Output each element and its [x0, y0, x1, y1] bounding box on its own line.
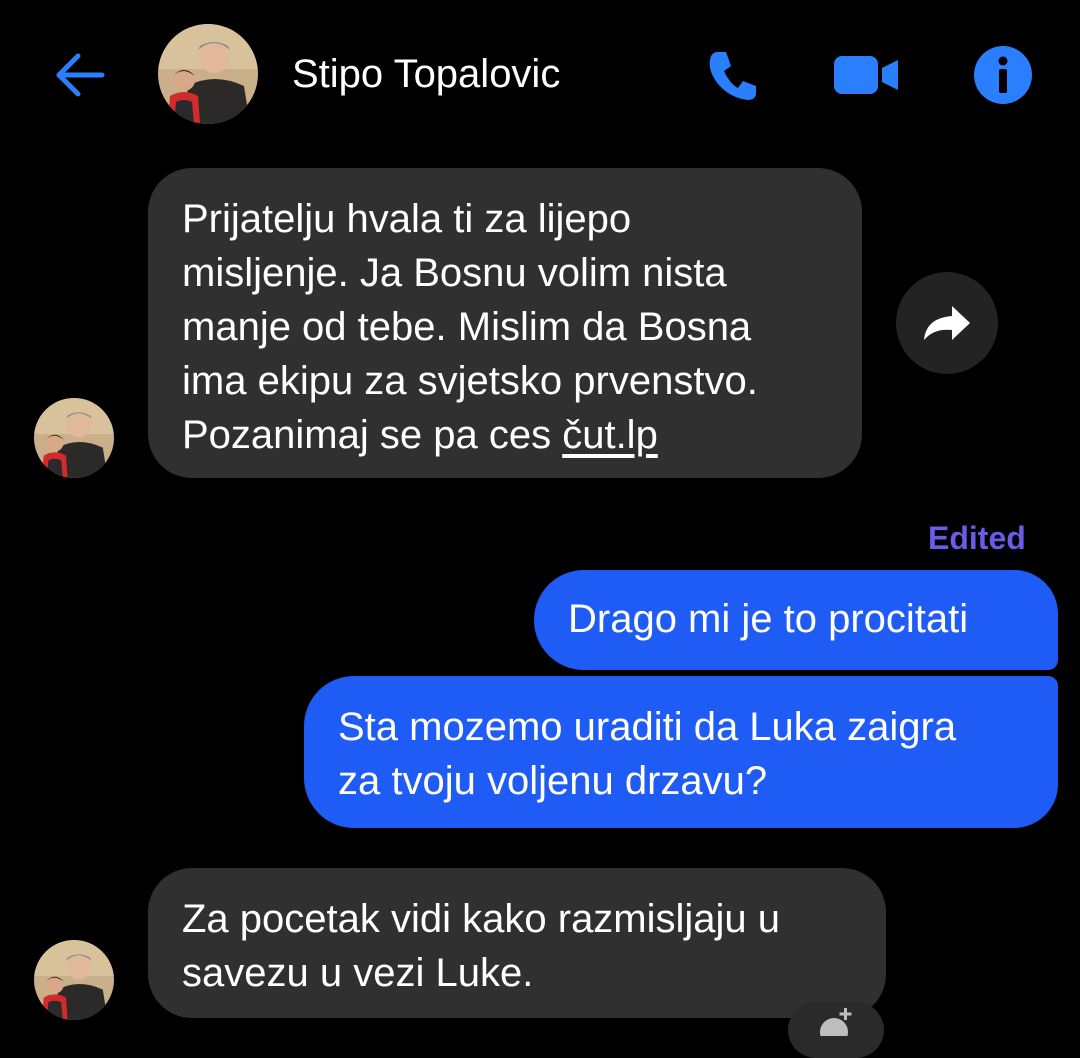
message-line: ima ekipu za svjetsko prvenstvo. [182, 359, 758, 403]
contact-avatar[interactable] [158, 24, 258, 124]
message-link[interactable]: čut.lp [562, 413, 658, 457]
video-call-button[interactable] [830, 40, 900, 110]
back-button[interactable] [50, 48, 110, 102]
message-text: Pozanimaj se pa ces [182, 413, 563, 457]
outgoing-message-bubble[interactable]: Sta mozemo uraditi da Luka zaigra za tvo… [304, 676, 1058, 828]
forward-arrow-icon [924, 306, 970, 340]
video-camera-icon [834, 56, 898, 94]
contact-name[interactable]: Stipo Topalovic [292, 52, 560, 97]
message-line: misljenje. Ja Bosnu volim nista [182, 251, 727, 295]
sender-avatar[interactable] [34, 940, 114, 1020]
message-line: manje od tebe. Mislim da Bosna [182, 305, 752, 349]
incoming-message-bubble[interactable]: Prijatelju hvala ti za lijepo misljenje.… [148, 168, 862, 478]
message-line: Za pocetak vidi kako razmisljaju u [182, 897, 781, 941]
info-button[interactable] [968, 40, 1038, 110]
message-line: Prijatelju hvala ti za lijepo [182, 197, 632, 241]
add-reaction-icon [820, 1008, 852, 1046]
info-icon [974, 46, 1032, 104]
message-line: savezu u vezi Luke. [182, 951, 534, 995]
add-reaction-button[interactable] [788, 1002, 884, 1058]
edited-label: Edited [928, 520, 1026, 556]
avatar-photo [34, 940, 114, 1020]
conversation-header: Stipo Topalovic [0, 0, 1080, 150]
sender-avatar[interactable] [34, 398, 114, 478]
message-line: Drago mi je to procitati [568, 597, 969, 641]
avatar-photo [34, 398, 114, 478]
avatar-photo [158, 24, 258, 124]
outgoing-message-bubble[interactable]: Drago mi je to procitati [534, 570, 1058, 670]
message-line: za tvoju voljenu drzavu? [338, 759, 768, 803]
call-button[interactable] [698, 40, 768, 110]
message-line: Pozanimaj se pa ces čut.lp [182, 408, 828, 462]
arrow-left-icon [56, 53, 105, 97]
forward-button[interactable] [896, 272, 998, 374]
phone-icon [709, 52, 756, 100]
incoming-message-bubble[interactable]: Za pocetak vidi kako razmisljaju u savez… [148, 868, 886, 1018]
message-line: Sta mozemo uraditi da Luka zaigra [338, 705, 957, 749]
